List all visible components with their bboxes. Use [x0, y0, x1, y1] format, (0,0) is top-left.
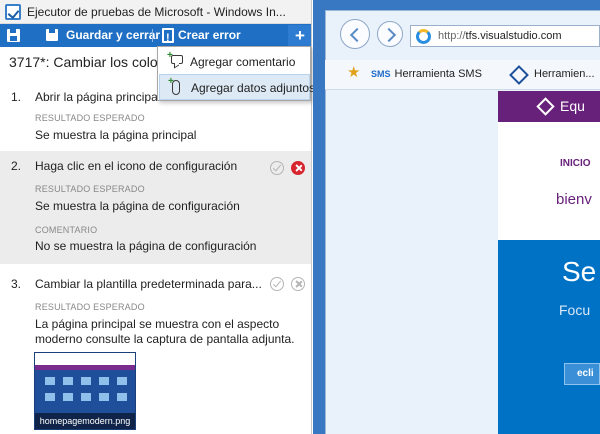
step-comment: No se muestra la página de configuración — [35, 239, 257, 253]
page-header-text: Equ — [560, 98, 585, 114]
save-icon[interactable] — [7, 29, 20, 42]
favorite-sms-tool[interactable]: SMS Herramienta SMS — [371, 68, 482, 80]
expected-result-label: RESULTADO ESPERADO — [35, 184, 145, 194]
attachment-filename: homepagemodern.png — [35, 413, 135, 429]
hero-section: Se Focu ecli — [498, 240, 600, 434]
expected-result: Se muestra la página principal — [35, 128, 197, 142]
favorite-label: Herramienta SMS — [394, 68, 482, 80]
visual-studio-icon — [512, 66, 528, 80]
menu-item-label: Agregar comentario — [190, 55, 296, 69]
url-domain: tfs.visualstudio.com — [465, 30, 562, 42]
plus-icon: + — [168, 76, 174, 87]
hero-button[interactable]: ecli — [564, 363, 600, 385]
test-step-2[interactable]: 2. Haga clic en el icono de configuració… — [0, 151, 311, 264]
welcome-text: bienv — [556, 191, 592, 208]
pass-step-icon[interactable] — [270, 161, 284, 175]
save-close-icon — [46, 28, 60, 42]
create-bug-label: Crear error — [178, 28, 241, 42]
menu-item-add-attachment[interactable]: + Agregar datos adjuntos — [159, 74, 315, 100]
page-header: Equ — [498, 91, 600, 122]
url-text: http://tfs.visualstudio.com — [438, 30, 562, 42]
save-and-close-label: Guardar y cerrar — [66, 28, 161, 42]
window-title: Ejecutor de pruebas de Microsoft - Windo… — [27, 5, 286, 19]
fail-step-icon[interactable] — [291, 161, 305, 175]
url-prefix: http:// — [438, 30, 466, 42]
back-button[interactable] — [340, 19, 370, 49]
favorites-bar: ★ SMS Herramienta SMS Herramien... — [325, 60, 600, 90]
step-action: Cambiar la plantilla predeterminada para… — [35, 277, 262, 291]
title-bar: Ejecutor de pruebas de Microsoft - Windo… — [0, 0, 311, 24]
plus-icon: + — [167, 50, 173, 61]
forward-button[interactable] — [377, 21, 403, 47]
step-action: Abrir la página principal — [35, 90, 161, 104]
expected-result-label: RESULTADO ESPERADO — [35, 113, 145, 123]
toolbar-separator — [152, 29, 153, 42]
comment-label: COMENTARIO — [35, 225, 98, 235]
attachment-thumbnail[interactable]: homepagemodern.png — [34, 352, 136, 430]
test-runner-app-icon — [5, 4, 21, 20]
thumbnail-header — [35, 353, 135, 365]
expected-result-label: RESULTADO ESPERADO — [35, 302, 145, 312]
favorite-tool-2[interactable]: Herramien... — [534, 68, 595, 80]
sms-tag: SMS — [371, 69, 391, 79]
add-menu-button[interactable]: + — [288, 25, 311, 47]
expected-result: Se muestra la página de configuración — [35, 199, 240, 213]
thumbnail-tiles — [45, 377, 127, 407]
step-action: Haga clic en el icono de configuración — [35, 159, 238, 173]
hero-subtitle: Focu — [559, 302, 591, 318]
toolbar: Guardar y cerrar Crear error + — [0, 24, 311, 50]
step-number: 3. — [11, 277, 22, 291]
test-case-title: 3717*: Cambiar los colore — [9, 54, 171, 70]
save-and-close-button[interactable]: Guardar y cerrar — [44, 24, 160, 47]
favorites-star-icon[interactable]: ★ — [347, 65, 360, 80]
step-number: 2. — [11, 159, 22, 173]
menu-item-add-comment[interactable]: + Agregar comentario — [159, 48, 310, 74]
bug-report-icon — [162, 27, 174, 50]
pass-step-icon[interactable] — [270, 277, 284, 291]
internet-explorer-icon — [416, 29, 431, 44]
visual-studio-logo-icon — [538, 98, 554, 114]
menu-item-label: Agregar datos adjuntos — [191, 81, 316, 95]
create-bug-button[interactable]: Crear error — [160, 24, 260, 50]
step-number: 1. — [11, 90, 22, 104]
fail-step-icon[interactable] — [291, 277, 305, 291]
add-menu: + Agregar comentario + Agregar datos adj… — [157, 46, 315, 101]
web-page: Equ INICIO bienv Se Focu ecli — [498, 91, 600, 434]
hero-title: Se — [562, 256, 597, 287]
thumbnail-bar — [35, 365, 135, 370]
address-bar[interactable]: http://tfs.visualstudio.com — [410, 25, 600, 47]
expected-result-line-2: moderno consulte la captura de pantalla … — [35, 332, 295, 346]
expected-result-line-1: La página principal se muestra con el as… — [35, 317, 280, 331]
nav-link-home[interactable]: INICIO — [560, 158, 591, 169]
